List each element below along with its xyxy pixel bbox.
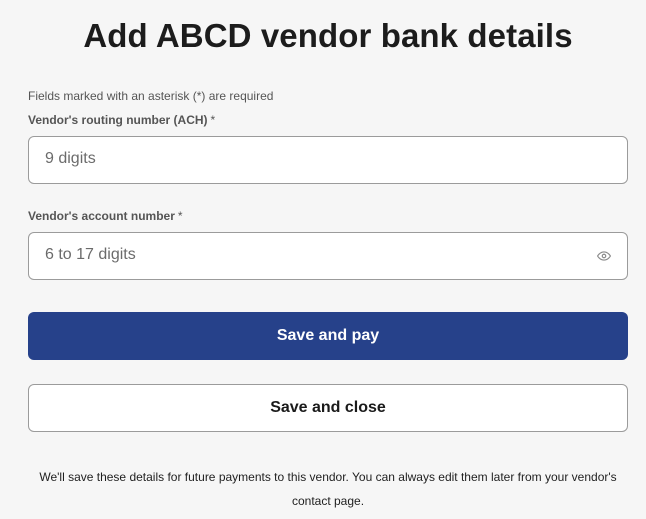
account-number-input[interactable]	[29, 233, 585, 277]
required-fields-note: Fields marked with an asterisk (*) are r…	[28, 89, 274, 103]
save-and-close-button[interactable]: Save and close	[28, 384, 628, 432]
page-title: Add ABCD vendor bank details	[83, 17, 573, 54]
required-asterisk: *	[177, 209, 183, 223]
account-number-label: Vendor's account number *	[28, 209, 183, 223]
save-and-pay-button[interactable]: Save and pay	[28, 312, 628, 360]
routing-number-label: Vendor's routing number (ACH) *	[28, 113, 215, 127]
routing-number-input[interactable]	[29, 137, 585, 181]
required-asterisk: *	[210, 113, 216, 127]
account-number-field[interactable]	[28, 232, 628, 280]
routing-number-label-text: Vendor's routing number (ACH)	[28, 113, 208, 127]
account-number-label-text: Vendor's account number	[28, 209, 175, 223]
footer-note: We'll save these details for future paym…	[39, 470, 617, 508]
routing-number-field[interactable]	[28, 136, 628, 184]
eye-icon[interactable]	[597, 249, 611, 263]
